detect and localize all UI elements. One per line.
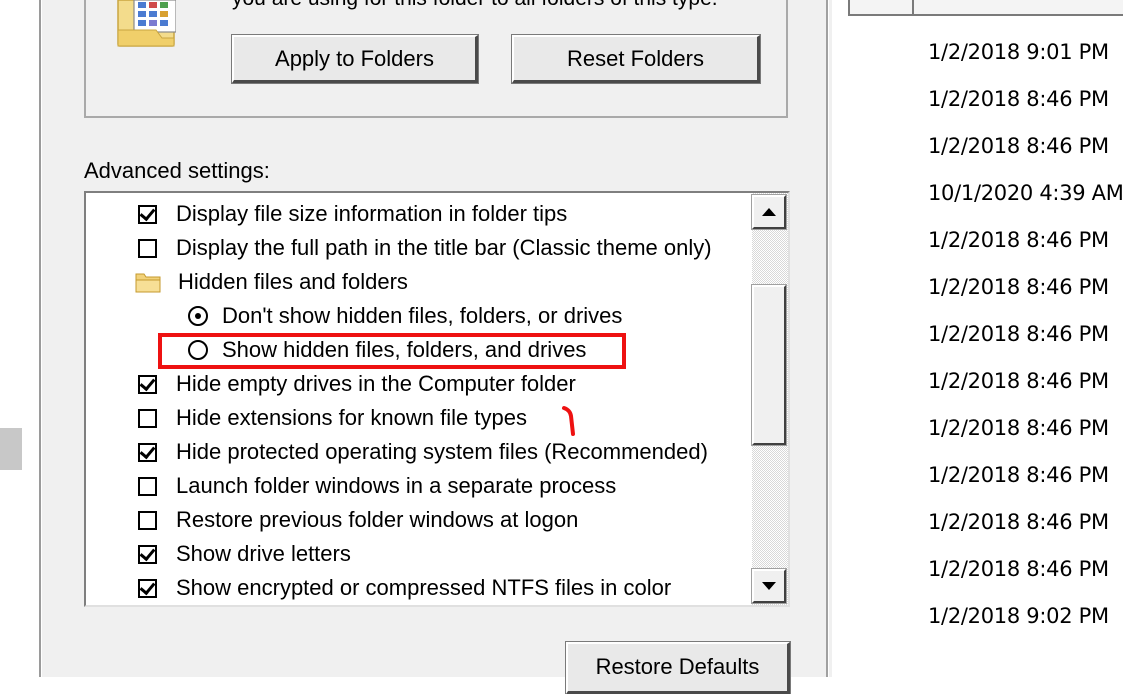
advanced-settings-list[interactable]: Display file size information in folder … xyxy=(84,191,790,607)
scrollbar-thumb[interactable] xyxy=(751,284,787,446)
checkbox-checked[interactable] xyxy=(138,204,157,224)
setting-label: Show encrypted or compressed NTFS files … xyxy=(176,575,672,600)
date-modified-cell: 1/2/2018 8:46 PM xyxy=(928,463,1109,487)
scroll-up-button[interactable] xyxy=(751,194,787,230)
checkbox-unchecked[interactable] xyxy=(138,238,157,258)
setting-hide-empty-drives[interactable]: Hide empty drives in the Computer folder xyxy=(138,367,576,401)
setting-label: Hide protected operating system files (R… xyxy=(176,439,708,464)
checkbox-unchecked[interactable] xyxy=(138,476,157,496)
date-modified-cell: 1/2/2018 8:46 PM xyxy=(928,275,1109,299)
background-window-element xyxy=(0,428,22,470)
date-modified-cell: 1/2/2018 8:46 PM xyxy=(928,416,1109,440)
radio-dont-show-hidden[interactable]: Don't show hidden files, folders, or dri… xyxy=(188,299,622,333)
red-highlight-box xyxy=(158,333,626,369)
column-divider[interactable] xyxy=(912,0,914,14)
setting-label: Launch folder windows in a separate proc… xyxy=(176,473,617,498)
date-modified-cell: 1/2/2018 9:02 PM xyxy=(928,604,1109,628)
checkbox-checked[interactable] xyxy=(138,442,157,462)
date-modified-cell: 1/2/2018 9:01 PM xyxy=(928,40,1109,64)
apply-to-folders-button[interactable]: Apply to Folders xyxy=(231,34,479,84)
setting-group-hidden-files: Hidden files and folders xyxy=(134,265,408,299)
dialog-border-highlight xyxy=(828,0,829,677)
checkbox-checked[interactable] xyxy=(138,578,157,598)
checkbox-unchecked[interactable] xyxy=(138,408,157,428)
setting-show-encrypted-color[interactable]: Show encrypted or compressed NTFS files … xyxy=(138,571,671,605)
folder-icon xyxy=(135,273,161,293)
setting-label: Hidden files and folders xyxy=(178,269,408,294)
folder-views-icon xyxy=(117,0,176,47)
file-list-header[interactable] xyxy=(848,0,1123,16)
restore-defaults-button[interactable]: Restore Defaults xyxy=(565,641,791,694)
setting-display-file-size[interactable]: Display file size information in folder … xyxy=(138,197,567,231)
background-window-edge xyxy=(0,0,28,677)
setting-label: Display file size information in folder … xyxy=(176,201,568,226)
setting-label: Don't show hidden files, folders, or dri… xyxy=(222,303,623,328)
setting-label: Restore previous folder windows at logon xyxy=(176,507,579,532)
date-modified-cell: 1/2/2018 8:46 PM xyxy=(928,134,1109,158)
setting-display-full-path[interactable]: Display the full path in the title bar (… xyxy=(138,231,712,265)
date-modified-cell: 1/2/2018 8:46 PM xyxy=(928,322,1109,346)
date-modified-cell: 1/2/2018 8:46 PM xyxy=(928,510,1109,534)
setting-hide-extensions[interactable]: Hide extensions for known file types xyxy=(138,401,527,435)
setting-show-drive-letters[interactable]: Show drive letters xyxy=(138,537,351,571)
checkbox-unchecked[interactable] xyxy=(138,510,157,530)
reset-folders-button[interactable]: Reset Folders xyxy=(511,34,761,84)
date-modified-cell: 1/2/2018 8:46 PM xyxy=(928,557,1109,581)
red-pen-mark xyxy=(562,406,575,436)
setting-label: Hide empty drives in the Computer folder xyxy=(176,371,576,396)
checkbox-checked[interactable] xyxy=(138,374,157,394)
arrow-up-icon xyxy=(762,208,776,216)
date-modified-cell: 1/2/2018 8:46 PM xyxy=(928,87,1109,111)
radio-selected[interactable] xyxy=(188,306,208,326)
checkbox-checked[interactable] xyxy=(138,544,157,564)
setting-restore-previous-windows[interactable]: Restore previous folder windows at logon xyxy=(138,503,578,537)
arrow-down-icon xyxy=(762,582,776,590)
advanced-settings-scrollbar[interactable] xyxy=(751,193,788,605)
setting-label: Hide extensions for known file types xyxy=(176,405,527,430)
setting-hide-protected-os-files[interactable]: Hide protected operating system files (R… xyxy=(138,435,708,469)
date-modified-cell: 1/2/2018 8:46 PM xyxy=(928,369,1109,393)
date-modified-cell: 10/1/2020 4:39 AM xyxy=(928,181,1123,205)
setting-launch-separate-process[interactable]: Launch folder windows in a separate proc… xyxy=(138,469,616,503)
folder-views-description: you are using for this folder to all fol… xyxy=(232,0,718,11)
scroll-down-button[interactable] xyxy=(751,568,787,604)
setting-label: Display the full path in the title bar (… xyxy=(176,235,712,260)
date-modified-cell: 1/2/2018 8:46 PM xyxy=(928,228,1109,252)
advanced-settings-label: Advanced settings: xyxy=(84,158,270,183)
setting-label: Show drive letters xyxy=(176,541,351,566)
column-divider[interactable] xyxy=(848,0,850,14)
